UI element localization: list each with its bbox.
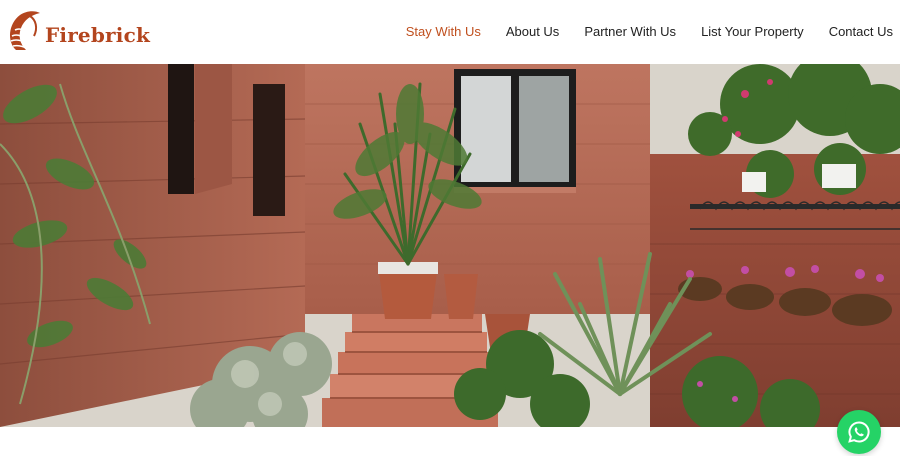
nav-item-contact-us[interactable]: Contact Us <box>829 24 893 40</box>
hero-image <box>0 64 900 427</box>
nav-item-stay-with-us[interactable]: Stay With Us <box>406 24 481 40</box>
flame-sun-icon <box>10 11 41 50</box>
nav-item-about-us[interactable]: About Us <box>506 24 559 40</box>
whatsapp-icon <box>848 421 870 443</box>
nav-item-list-your-property[interactable]: List Your Property <box>701 24 804 40</box>
main-nav: Stay With Us About Us Partner With Us Li… <box>406 24 893 40</box>
whatsapp-button[interactable] <box>837 410 881 454</box>
brand-name: Firebrick <box>45 23 151 47</box>
brand-logo[interactable]: Firebrick <box>6 6 150 58</box>
site-header: Firebrick Stay With Us About Us Partner … <box>0 0 900 64</box>
nav-item-partner-with-us[interactable]: Partner With Us <box>584 24 676 40</box>
courtyard-photo <box>0 64 900 427</box>
